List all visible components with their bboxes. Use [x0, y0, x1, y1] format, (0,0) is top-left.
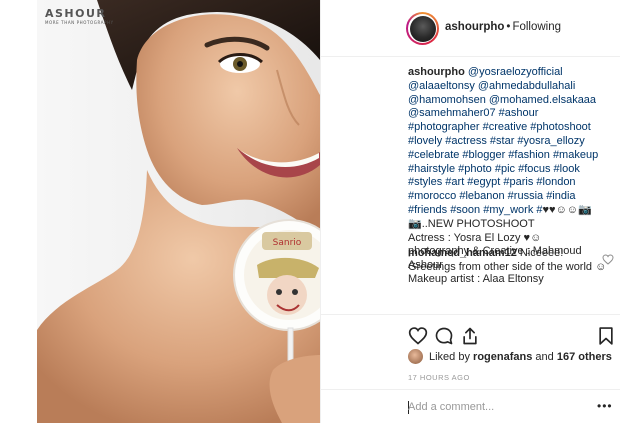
small-heart-icon[interactable]	[602, 254, 614, 265]
bookmark-icon[interactable]	[596, 326, 616, 346]
likes-others-link[interactable]: 167 others	[557, 351, 612, 363]
photographer-watermark: ASHOUR MORE THAN PHOTOGRAPHY	[45, 8, 114, 25]
post-header: ashourpho • Following	[321, 0, 620, 57]
comment-item: mohamed_hamam12 Niceeee! Greetings from …	[408, 247, 613, 275]
liker-username-link[interactable]: rogenafans	[473, 351, 532, 363]
post-timestamp[interactable]: 17 HOURS AGO	[408, 373, 470, 382]
likes-summary: Liked by rogenafans and 167 others	[408, 349, 612, 364]
portrait-illustration: Sanrio	[37, 0, 320, 423]
header-text: ashourpho • Following	[445, 21, 561, 33]
likes-middle: and	[535, 350, 554, 363]
caption-tags[interactable]: @yosraelozyofficial @alaaeltonsy @ahmeda…	[408, 66, 598, 216]
author-username-link[interactable]: ashourpho	[445, 21, 504, 33]
header-separator: •	[506, 21, 511, 33]
add-comment-input[interactable]	[408, 398, 588, 416]
ellipsis-icon[interactable]: •••	[597, 399, 613, 413]
heart-icon[interactable]	[408, 326, 428, 346]
watermark-name: ASHOUR	[45, 7, 107, 20]
caption-username-link[interactable]: ashourpho	[408, 66, 465, 78]
commenter-username-link[interactable]: mohamed_hamam12	[408, 247, 517, 259]
liker-avatar[interactable]	[408, 349, 423, 364]
caption-makeup-line: Makeup artist : Alaa Eltonsy	[408, 272, 544, 285]
follow-status-button[interactable]: Following	[512, 21, 561, 33]
svg-text:Sanrio: Sanrio	[273, 238, 302, 248]
comment-bar: •••	[321, 389, 620, 423]
post-photo[interactable]: Sanrio ASHOUR MORE THAN PHOTOGRAPHY	[37, 0, 320, 423]
share-arrow-icon[interactable]	[460, 326, 480, 346]
watermark-subtitle: MORE THAN PHOTOGRAPHY	[45, 20, 114, 25]
post-sidebar: ashourpho • Following ashourpho @yosraeloz…	[320, 0, 620, 423]
speech-bubble-icon[interactable]	[434, 326, 454, 346]
likes-prefix: Liked by	[429, 350, 470, 363]
caption-actress-line: Actress : Yosra El Lozy ♥☺	[408, 231, 542, 244]
avatar[interactable]	[406, 12, 439, 45]
